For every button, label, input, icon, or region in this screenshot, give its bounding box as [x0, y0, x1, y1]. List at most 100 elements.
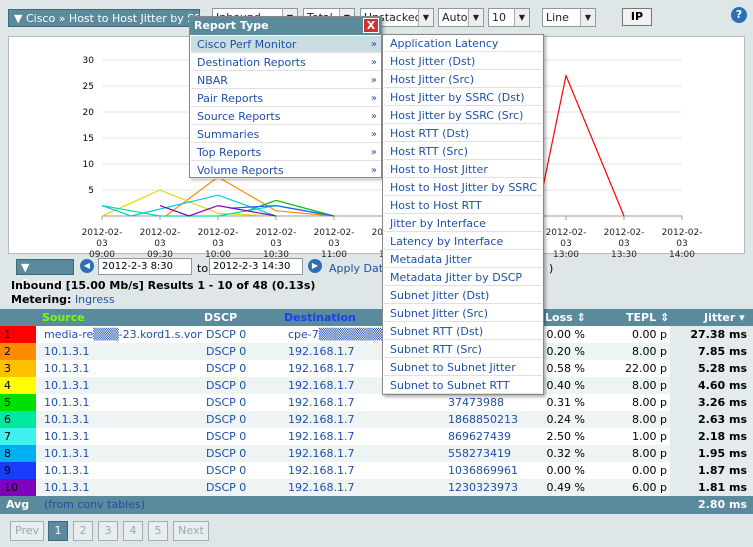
menu-item[interactable]: Summaries »: [191, 126, 381, 143]
dscp-link[interactable]: DSCP 0: [206, 428, 246, 445]
source-link[interactable]: 10.1.3.1: [44, 411, 202, 428]
submenu-item[interactable]: Latency by Interface: [384, 233, 542, 250]
submenu-item[interactable]: Host Jitter by SSRC (Src): [384, 107, 542, 124]
submenu-item[interactable]: Application Latency: [384, 35, 542, 52]
source-link[interactable]: 10.1.3.1: [44, 394, 202, 411]
submenu-item[interactable]: Subnet RTT (Dst): [384, 323, 542, 340]
ssrc-link[interactable]: 1036869961: [448, 462, 518, 479]
table-row[interactable]: 4 10.1.3.1 DSCP 0 192.168.1.7 0.40 % 8.00 p 4.…: [0, 377, 753, 394]
destination-link[interactable]: 192.168.1.7: [288, 462, 382, 479]
page-1-button[interactable]: 1: [48, 521, 68, 541]
to-date-input[interactable]: 2012-2-3 14:30: [209, 258, 303, 275]
dscp-link[interactable]: DSCP 0: [206, 445, 246, 462]
dscp-link[interactable]: DSCP 0: [206, 343, 246, 360]
source-link[interactable]: 10.1.3.1: [44, 377, 202, 394]
prev-page-button[interactable]: Prev: [10, 521, 44, 541]
ssrc-link[interactable]: 37473988: [448, 394, 504, 411]
submenu-item[interactable]: Host to Host RTT: [384, 197, 542, 214]
table-row[interactable]: 9 10.1.3.1 DSCP 0 192.168.1.7 1036869961 0.00…: [0, 462, 753, 479]
table-row[interactable]: 6 10.1.3.1 DSCP 0 192.168.1.7 1868850213 0.24…: [0, 411, 753, 428]
destination-link[interactable]: cpe-7▒▒▒▒▒▒▒▒▒2.r: [288, 326, 382, 343]
menu-item[interactable]: Cisco Perf Monitor »: [191, 36, 381, 53]
menu-item[interactable]: Pair Reports »: [191, 90, 381, 107]
submenu-item[interactable]: Host RTT (Src): [384, 143, 542, 160]
table-row[interactable]: 10 10.1.3.1 DSCP 0 192.168.1.7 1230323973 0.4…: [0, 479, 753, 496]
source-link[interactable]: 10.1.3.1: [44, 479, 202, 496]
submenu-item[interactable]: Subnet to Subnet RTT: [384, 377, 542, 394]
dscp-link[interactable]: DSCP 0: [206, 411, 246, 428]
source-link[interactable]: media-re▒▒▒-23.kord1.s.vonagen: [44, 326, 202, 343]
dscp-link[interactable]: DSCP 0: [206, 462, 246, 479]
prev-range-icon[interactable]: ◀: [80, 259, 94, 273]
page-4-button[interactable]: 4: [123, 521, 143, 541]
source-link[interactable]: 10.1.3.1: [44, 343, 202, 360]
col-dscp[interactable]: DSCP: [204, 311, 237, 324]
ssrc-link[interactable]: 558273419: [448, 445, 511, 462]
submenu-item[interactable]: Host RTT (Dst): [384, 125, 542, 142]
destination-link[interactable]: 192.168.1.7: [288, 343, 382, 360]
destination-link[interactable]: 192.168.1.7: [288, 394, 382, 411]
close-icon[interactable]: X: [363, 18, 379, 33]
page-3-button[interactable]: 3: [98, 521, 118, 541]
menu-item-label: Volume Reports: [197, 164, 284, 177]
dscp-link[interactable]: DSCP 0: [206, 479, 246, 496]
ssrc-link[interactable]: 1230323973: [448, 479, 518, 496]
submenu-item[interactable]: Metadata Jitter by DSCP: [384, 269, 542, 286]
destination-link[interactable]: 192.168.1.7: [288, 445, 382, 462]
ssrc-link[interactable]: 869627439: [448, 428, 511, 445]
destination-link[interactable]: 192.168.1.7: [288, 360, 382, 377]
custom-range-button[interactable]: ▼ Custom: [16, 259, 74, 290]
next-range-icon[interactable]: ▶: [308, 259, 322, 273]
avg-note[interactable]: (from conv tables): [44, 496, 145, 514]
destination-link[interactable]: 192.168.1.7: [288, 377, 382, 394]
destination-link[interactable]: 192.168.1.7: [288, 479, 382, 496]
metering-link[interactable]: Ingress: [75, 293, 115, 306]
menu-item[interactable]: Source Reports »: [191, 108, 381, 125]
submenu-item[interactable]: Subnet to Subnet Jitter: [384, 359, 542, 376]
table-row[interactable]: 5 10.1.3.1 DSCP 0 192.168.1.7 37473988 0.31 %…: [0, 394, 753, 411]
menu-item[interactable]: Volume Reports »: [191, 162, 381, 179]
menu-item[interactable]: Destination Reports »: [191, 54, 381, 71]
next-page-button[interactable]: Next: [173, 521, 209, 541]
from-date-input[interactable]: 2012-2-3 8:30: [98, 258, 192, 275]
source-link[interactable]: 10.1.3.1: [44, 445, 202, 462]
source-link[interactable]: 10.1.3.1: [44, 428, 202, 445]
dscp-link[interactable]: DSCP 0: [206, 360, 246, 377]
menu-item[interactable]: NBAR »: [191, 72, 381, 89]
col-tepl[interactable]: TEPL ⇕: [626, 311, 669, 324]
submenu-item[interactable]: Host to Host Jitter by SSRC: [384, 179, 542, 196]
page-2-button[interactable]: 2: [73, 521, 93, 541]
loss-value: 0.00 %: [546, 328, 585, 341]
apply-date-link[interactable]: Apply Date: [329, 262, 390, 275]
menu-item-label: Top Reports: [197, 146, 262, 159]
destination-link[interactable]: 192.168.1.7: [288, 428, 382, 445]
col-destination[interactable]: Destination: [284, 311, 356, 324]
submenu-item[interactable]: Metadata Jitter: [384, 251, 542, 268]
chevron-right-icon: »: [370, 111, 377, 122]
submenu-item[interactable]: Jitter by Interface: [384, 215, 542, 232]
source-link[interactable]: 10.1.3.1: [44, 462, 202, 479]
submenu-item[interactable]: Subnet RTT (Src): [384, 341, 542, 358]
page-5-button[interactable]: 5: [148, 521, 168, 541]
submenu-item[interactable]: Host Jitter (Dst): [384, 53, 542, 70]
dscp-link[interactable]: DSCP 0: [206, 377, 246, 394]
table-row[interactable]: 2 10.1.3.1 DSCP 0 192.168.1.7 0.20 % 8.00 p 7.…: [0, 343, 753, 360]
col-source[interactable]: Source: [42, 311, 85, 324]
submenu-item[interactable]: Subnet Jitter (Dst): [384, 287, 542, 304]
submenu-item[interactable]: Host to Host Jitter: [384, 161, 542, 178]
destination-link[interactable]: 192.168.1.7: [288, 411, 382, 428]
ssrc-link[interactable]: 1868850213: [448, 411, 518, 428]
submenu-item[interactable]: Host Jitter (Src): [384, 71, 542, 88]
dscp-link[interactable]: DSCP 0: [206, 326, 246, 343]
source-link[interactable]: 10.1.3.1: [44, 360, 202, 377]
table-row[interactable]: 8 10.1.3.1 DSCP 0 192.168.1.7 558273419 0.32 …: [0, 445, 753, 462]
table-row[interactable]: 7 10.1.3.1 DSCP 0 192.168.1.7 869627439 2.50 …: [0, 428, 753, 445]
col-jitter[interactable]: Jitter ▾: [704, 311, 745, 324]
menu-item[interactable]: Top Reports »: [191, 144, 381, 161]
table-row[interactable]: 1 media-re▒▒▒-23.kord1.s.vonagenDSCP 0 cpe…: [0, 326, 753, 343]
dscp-link[interactable]: DSCP 0: [206, 394, 246, 411]
table-row[interactable]: 3 10.1.3.1 DSCP 0 192.168.1.7 0.58 % 22.00 p5…: [0, 360, 753, 377]
submenu-item[interactable]: Host Jitter by SSRC (Dst): [384, 89, 542, 106]
col-loss[interactable]: Loss ⇕: [545, 311, 586, 324]
submenu-item[interactable]: Subnet Jitter (Src): [384, 305, 542, 322]
